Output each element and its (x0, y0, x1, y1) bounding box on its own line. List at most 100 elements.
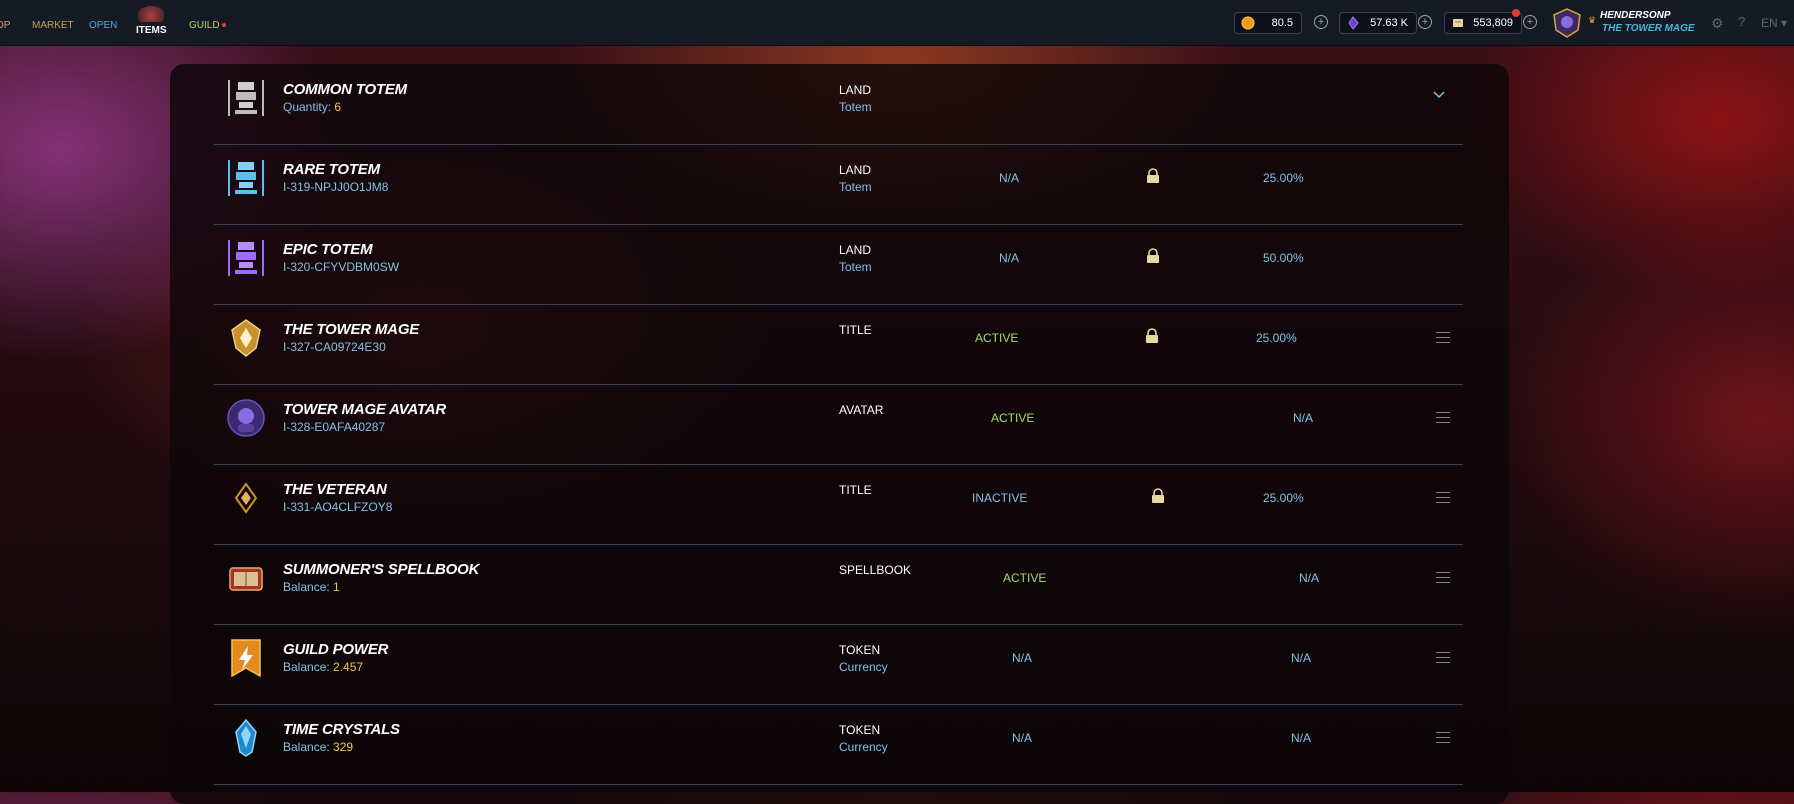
item-type: AVATAR (839, 403, 884, 417)
item-balance: Balance: 329 (283, 740, 354, 754)
sps-value: 553,809 (1473, 17, 1513, 29)
nav-items[interactable]: ITEMS (136, 6, 167, 36)
item-name: EPIC TOTEM (283, 241, 373, 258)
item-type: LAND (839, 243, 872, 257)
item-percent: N/A (1291, 731, 1312, 745)
item-id: I-320-CFYVDBM0SW (283, 260, 400, 274)
notification-dot (1512, 9, 1520, 17)
item-percent: 50.00% (1263, 251, 1304, 265)
item-category: Totem (839, 100, 872, 114)
item-status: ACTIVE (975, 331, 1019, 345)
chevron-down-icon[interactable] (1432, 88, 1446, 102)
item-name: TIME CRYSTALS (283, 721, 400, 738)
item-balance: Balance: 2.457 (283, 660, 364, 674)
tower-mage-avatar-icon (227, 399, 265, 437)
list-item[interactable]: COMMON TOTEM Quantity: 6 LAND Totem (214, 64, 1463, 145)
add-credits-button[interactable]: + (1314, 15, 1328, 29)
menu-icon[interactable] (1436, 732, 1450, 744)
item-category: Currency (839, 740, 888, 754)
item-type: LAND (839, 83, 872, 97)
item-status: INACTIVE (972, 491, 1028, 505)
item-percent: 25.00% (1263, 491, 1304, 505)
nav-open[interactable]: OPEN (89, 20, 117, 31)
lock-icon (1146, 328, 1158, 343)
currency-dec: 57.63 K (1339, 12, 1417, 34)
add-sps-button[interactable]: + (1523, 15, 1537, 29)
item-name: TOWER MAGE AVATAR (283, 401, 446, 418)
item-id: I-327-CA09724E30 (283, 340, 386, 354)
item-percent: N/A (1299, 571, 1320, 585)
item-status: ACTIVE (991, 411, 1035, 425)
guild-notification-dot (221, 23, 226, 28)
epic-totem-icon (228, 240, 264, 276)
user-avatar[interactable] (1552, 8, 1582, 38)
add-dec-button[interactable]: + (1418, 15, 1432, 29)
currency-credits: 80.5 (1234, 12, 1302, 34)
item-balance: Balance: 1 (283, 580, 340, 594)
nav-market[interactable]: MARKET (32, 20, 74, 31)
item-status: N/A (1012, 651, 1033, 665)
item-name: SUMMONER'S SPELLBOOK (283, 561, 480, 578)
item-status: N/A (999, 251, 1020, 265)
nav-shop[interactable]: OP (0, 20, 10, 31)
item-type: TITLE (839, 323, 872, 337)
purple-crystal-icon (1348, 16, 1359, 30)
item-percent: 25.00% (1256, 331, 1297, 345)
list-item[interactable]: TIME CRYSTALS Balance: 329 TOKEN Currenc… (214, 704, 1463, 785)
lock-icon (1147, 168, 1159, 183)
rare-totem-icon (228, 160, 264, 196)
currency-sps: 553,809 (1444, 12, 1522, 34)
gear-icon[interactable]: ⚙ (1711, 15, 1724, 32)
item-category: Currency (839, 660, 888, 674)
items-chest-icon (138, 6, 164, 22)
menu-icon[interactable] (1436, 412, 1450, 424)
item-name: GUILD POWER (283, 641, 389, 658)
list-item[interactable]: SUMMONER'S SPELLBOOK Balance: 1 SPELLBOO… (214, 544, 1463, 625)
item-quantity: Quantity: 6 (283, 100, 342, 114)
item-percent: N/A (1293, 411, 1314, 425)
item-type: TOKEN (839, 643, 881, 657)
item-name: THE VETERAN (283, 481, 387, 498)
item-name: RARE TOTEM (283, 161, 380, 178)
menu-icon[interactable] (1436, 332, 1450, 344)
item-name: COMMON TOTEM (283, 81, 407, 98)
item-id: I-331-AO4CLFZOY8 (283, 500, 393, 514)
list-item[interactable]: TOWER MAGE AVATAR I-328-E0AFA40287 AVATA… (214, 384, 1463, 465)
veteran-title-icon (234, 482, 258, 514)
nav-guild-label: GUILD (189, 20, 220, 31)
list-item[interactable]: THE TOWER MAGE I-327-CA09724E30 TITLE AC… (214, 304, 1463, 385)
item-percent: 25.00% (1263, 171, 1304, 185)
guild-power-icon (231, 639, 261, 678)
item-category: Totem (839, 260, 872, 274)
menu-icon[interactable] (1436, 492, 1450, 504)
top-bar: OP MARKET OPEN ITEMS GUILD 80.5 + 57.63 … (0, 0, 1794, 46)
item-type: SPELLBOOK (839, 563, 912, 577)
user-name[interactable]: HENDERSONP (1600, 10, 1671, 21)
common-totem-icon (228, 80, 264, 116)
item-status: N/A (999, 171, 1020, 185)
list-item[interactable]: RARE TOTEM I-319-NPJJ0O1JM8 LAND Totem N… (214, 144, 1463, 225)
menu-icon[interactable] (1436, 652, 1450, 664)
lock-icon (1152, 488, 1164, 503)
dec-value: 57.63 K (1370, 17, 1408, 29)
item-id: I-319-NPJJ0O1JM8 (283, 180, 389, 194)
nav-guild[interactable]: GUILD (189, 20, 226, 31)
help-icon[interactable]: ? (1738, 14, 1745, 29)
credits-value: 80.5 (1271, 17, 1293, 29)
item-status: N/A (1012, 731, 1033, 745)
menu-icon[interactable] (1436, 572, 1450, 584)
list-item[interactable]: THE VETERAN I-331-AO4CLFZOY8 TITLE INACT… (214, 464, 1463, 545)
list-item[interactable]: EPIC TOTEM I-320-CFYVDBM0SW LAND Totem N… (214, 224, 1463, 305)
scroll-icon (1453, 19, 1463, 27)
lock-icon (1147, 248, 1159, 263)
item-type: TOKEN (839, 723, 881, 737)
item-name: THE TOWER MAGE (283, 321, 420, 338)
list-item[interactable]: GUILD POWER Balance: 2.457 TOKEN Currenc… (214, 624, 1463, 705)
tower-mage-title-icon (231, 319, 261, 357)
item-type: LAND (839, 163, 872, 177)
item-status: ACTIVE (1003, 571, 1047, 585)
items-panel: COMMON TOTEM Quantity: 6 LAND Totem RARE… (170, 64, 1509, 804)
orange-coin-icon (1241, 16, 1255, 30)
nav-items-label: ITEMS (136, 25, 167, 36)
language-selector[interactable]: EN ▾ (1761, 16, 1787, 30)
